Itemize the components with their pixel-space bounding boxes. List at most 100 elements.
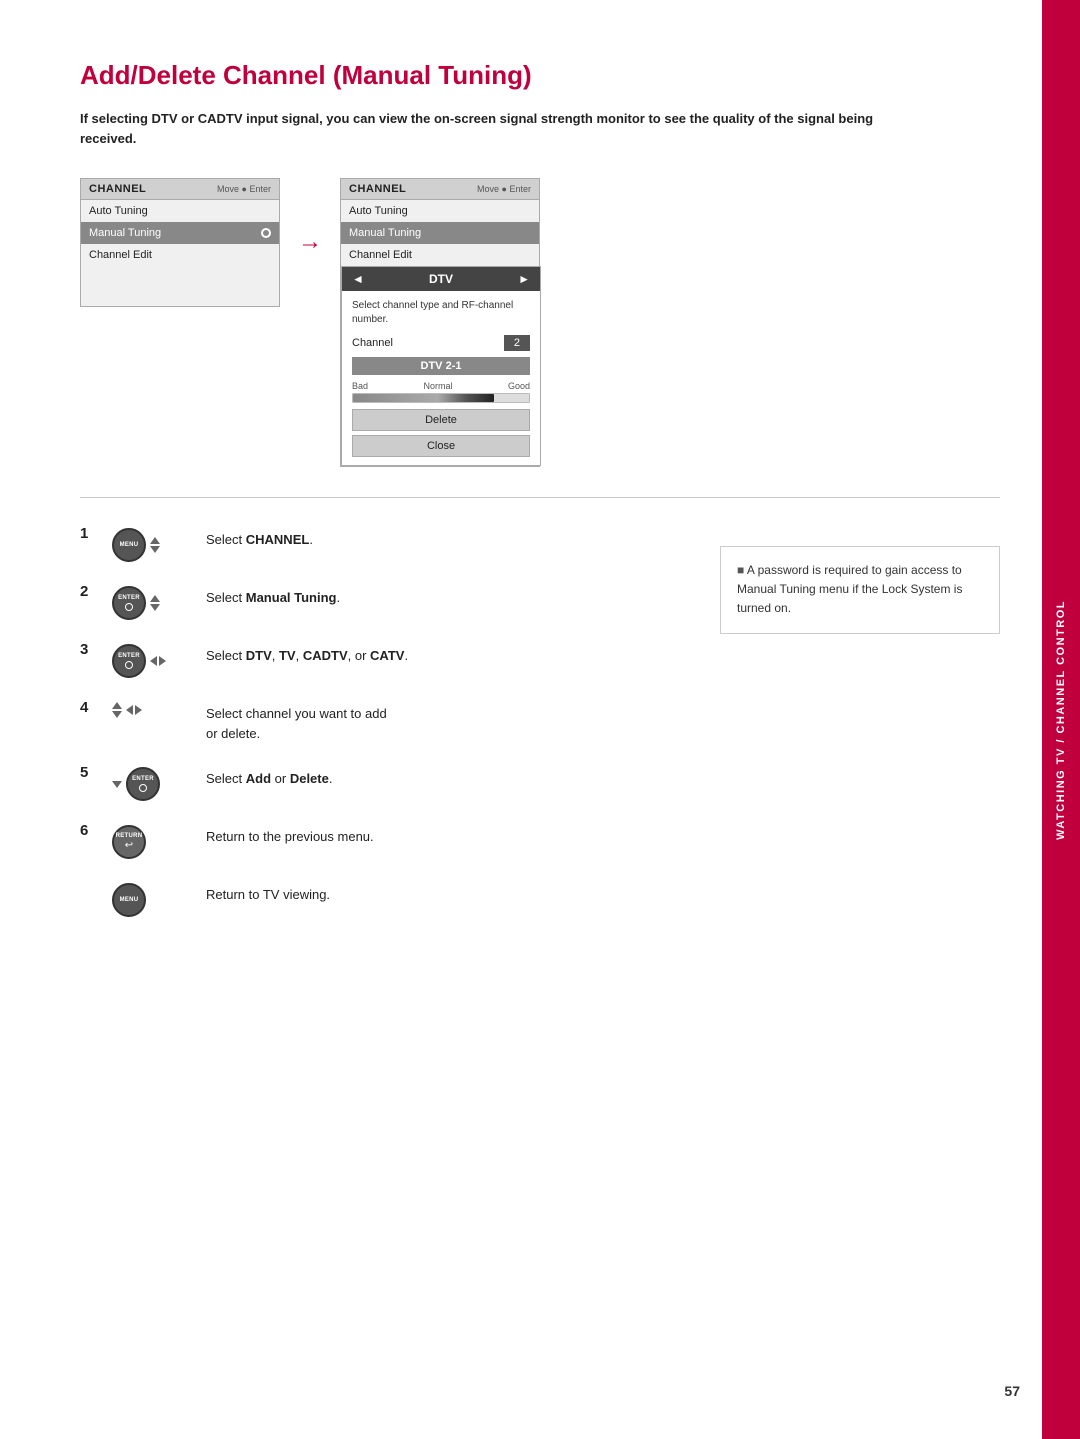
return-button-label: RETURN — [116, 833, 143, 840]
step-4-number: 4 — [80, 700, 88, 715]
step-7-text: Return to TV viewing. — [206, 881, 330, 905]
step-2-icons: ENTER — [112, 586, 192, 620]
step-2-bold: Manual Tuning — [246, 590, 337, 605]
enter-button-2-label: ENTER — [118, 595, 140, 602]
down-arrow-1 — [150, 546, 160, 553]
step-6-text: Return to the previous menu. — [206, 823, 374, 847]
note-text: A password is required to gain access to… — [737, 563, 962, 615]
step-7: MENU Return to TV viewing. — [80, 881, 680, 917]
return-button: RETURN ↩ — [112, 825, 146, 859]
step-6: 6 RETURN ↩ Return to the previous menu. — [80, 823, 680, 859]
signal-bar-labels: Bad Normal Good — [352, 381, 530, 391]
step-5: 5 ENTER Select Add or Delete. — [80, 765, 680, 801]
manual-tuning-label-r: Manual Tuning — [349, 227, 421, 239]
channel-panel-left-item-2: Channel Edit — [81, 244, 279, 266]
channel-panel-left-item-0: Auto Tuning — [81, 200, 279, 222]
channel-panel-right-title: CHANNEL — [349, 183, 406, 195]
page-container: WATCHING TV / CHANNEL CONTROL Add/Delete… — [0, 0, 1080, 1439]
ud-arrows-2 — [150, 595, 160, 611]
dtv-submenu-desc: Select channel type and RF-channel numbe… — [352, 299, 530, 327]
step-3-number: 3 — [80, 642, 88, 657]
step-3-icons: ENTER — [112, 644, 192, 678]
steps-right: A password is required to gain access to… — [720, 526, 1000, 939]
channel-panel-left-header: CHANNEL Move ● Enter — [81, 179, 279, 200]
channel-panel-left: CHANNEL Move ● Enter Auto Tuning Manual … — [80, 178, 280, 307]
step-7-number-col — [80, 881, 98, 883]
ud-arrows-4 — [112, 702, 122, 718]
close-button[interactable]: Close — [352, 435, 530, 457]
dtv-channel-name: DTV 2-1 — [352, 357, 530, 375]
dtv-title: DTV — [429, 272, 453, 286]
dtv-next-arrow: ► — [518, 272, 530, 286]
step-1-bold: CHANNEL — [246, 532, 310, 547]
channel-panel-right-item-1: Manual Tuning — [341, 222, 539, 244]
enter-button-5-label: ENTER — [132, 776, 154, 783]
step-3-bold-3: CADTV — [303, 648, 348, 663]
menu-button-2-label: MENU — [120, 897, 139, 904]
step-3-bold-1: DTV — [246, 648, 272, 663]
ud-arrows-5 — [112, 781, 122, 788]
menu-button-2: MENU — [112, 883, 146, 917]
step-4-number-col: 4 — [80, 700, 98, 717]
signal-good-label: Good — [508, 381, 530, 391]
step-1-text: Select CHANNEL. — [206, 526, 313, 550]
channel-panel-right-item-2: Channel Edit — [341, 244, 539, 266]
step-1-icons: MENU — [112, 528, 192, 562]
step-6-number: 6 — [80, 823, 88, 838]
step-5-number-col: 5 — [80, 765, 98, 782]
return-icon: ↩ — [125, 840, 133, 851]
left-arrow-3 — [150, 656, 157, 666]
sidebar-label: WATCHING TV / CHANNEL CONTROL — [1055, 600, 1067, 840]
step-2-number-col: 2 — [80, 584, 98, 601]
step-1-number: 1 — [80, 526, 88, 541]
step-5-icons: ENTER — [112, 767, 192, 801]
step-4-icons — [112, 702, 192, 718]
section-divider — [80, 497, 1000, 498]
channel-panel-right-hint: Move ● Enter — [477, 184, 531, 194]
signal-bar-fill — [353, 394, 494, 402]
enter-button-3-label: ENTER — [118, 653, 140, 660]
step-5-bold-1: Add — [246, 771, 271, 786]
channel-panel-right-header: CHANNEL Move ● Enter — [341, 179, 539, 200]
menu-button-label: MENU — [120, 542, 139, 549]
dtv-submenu-header: ◄ DTV ► — [342, 267, 540, 291]
enter-button-5: ENTER — [126, 767, 160, 801]
signal-bar-track — [352, 393, 530, 403]
panels-area: CHANNEL Move ● Enter Auto Tuning Manual … — [80, 178, 1000, 467]
signal-bad-label: Bad — [352, 381, 368, 391]
right-arrow-4 — [135, 705, 142, 715]
channel-panel-left-item-1: Manual Tuning — [81, 222, 279, 244]
step-1-number-col: 1 — [80, 526, 98, 543]
enter-button-2-dot — [125, 603, 133, 611]
enter-button-2: ENTER — [112, 586, 146, 620]
channel-panel-right-item-0: Auto Tuning — [341, 200, 539, 222]
menu-button: MENU — [112, 528, 146, 562]
dtv-channel-row: Channel 2 — [352, 335, 530, 351]
enter-button-3: ENTER — [112, 644, 146, 678]
dtv-panel-wrapper: CHANNEL Move ● Enter Auto Tuning Manual … — [340, 178, 540, 467]
delete-button[interactable]: Delete — [352, 409, 530, 431]
up-arrow-4 — [112, 702, 122, 709]
enter-button-5-dot — [139, 784, 147, 792]
up-arrow-2 — [150, 595, 160, 602]
down-arrow-2 — [150, 604, 160, 611]
step-3-bold-4: CATV — [370, 648, 404, 663]
left-arrow-4 — [126, 705, 133, 715]
channel-panel-left-hint: Move ● Enter — [217, 184, 271, 194]
arrow-between: → — [280, 228, 340, 256]
step-3-number-col: 3 — [80, 642, 98, 659]
dtv-prev-arrow: ◄ — [352, 272, 364, 286]
page-title: Add/Delete Channel (Manual Tuning) — [80, 60, 1000, 91]
step-1: 1 MENU Select CHANNEL. — [80, 526, 680, 562]
dtv-submenu: ◄ DTV ► Select channel type and RF-chann… — [341, 266, 541, 466]
step-3-bold-2: TV — [279, 648, 296, 663]
sidebar: WATCHING TV / CHANNEL CONTROL — [1042, 0, 1080, 1439]
up-arrow-1 — [150, 537, 160, 544]
right-arrow-3 — [159, 656, 166, 666]
step-6-icons: RETURN ↩ — [112, 825, 192, 859]
arrow-icon: → — [298, 228, 322, 256]
manual-tuning-label: Manual Tuning — [89, 227, 161, 239]
step-3: 3 ENTER Select DTV, TV, CADTV, or CATV. — [80, 642, 680, 678]
step-6-number-col: 6 — [80, 823, 98, 840]
note-box: A password is required to gain access to… — [720, 546, 1000, 634]
